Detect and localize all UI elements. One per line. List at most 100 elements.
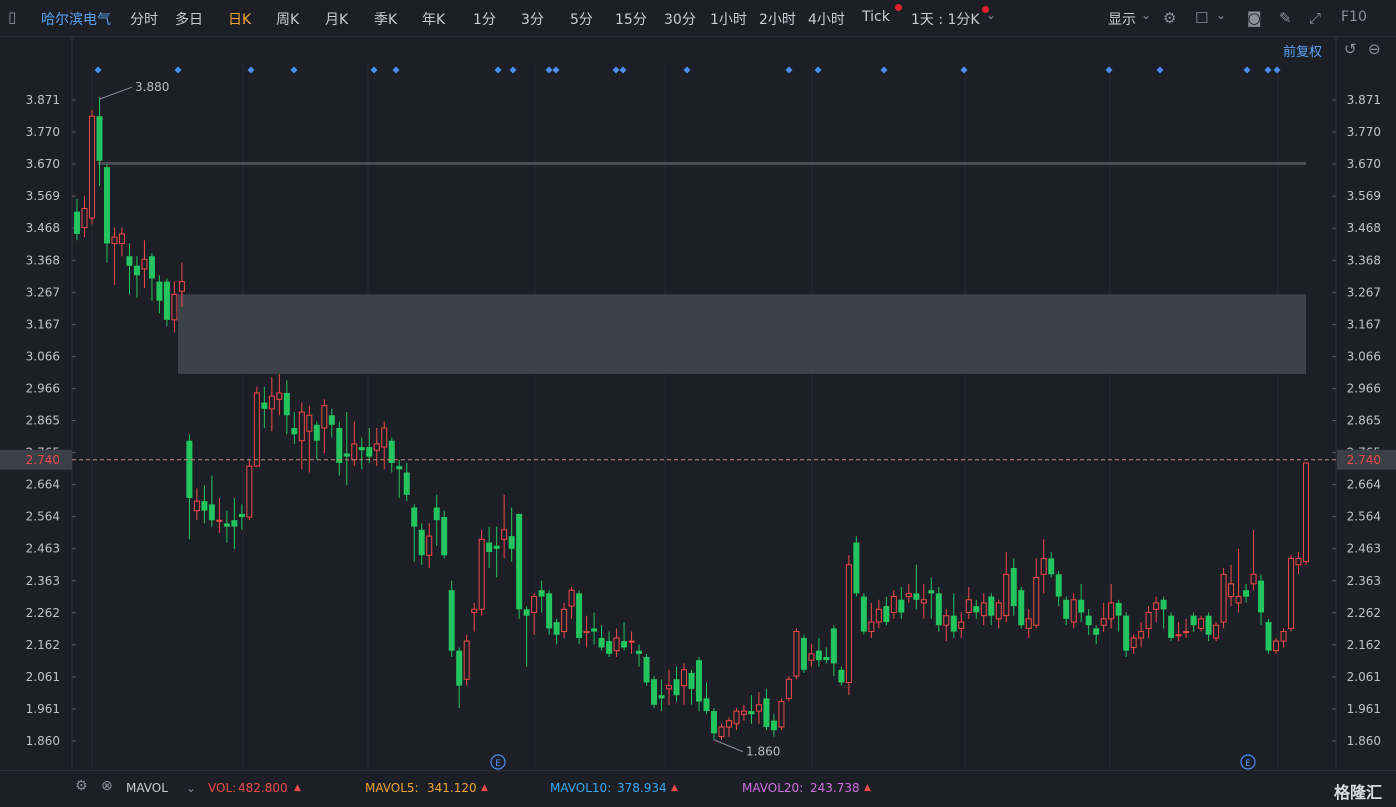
y-tick-label-left: 3.066	[26, 349, 60, 363]
top-marker-diamond	[370, 66, 378, 74]
top-marker-diamond	[509, 66, 517, 74]
candle-body-up	[980, 602, 987, 617]
y-tick-label-right: 2.664	[1347, 478, 1381, 492]
camera-icon[interactable]: ◙	[1247, 9, 1262, 27]
tab-period-8[interactable]: 3分	[521, 9, 544, 29]
tab-period-12[interactable]: 1小时	[710, 9, 747, 29]
tab-period-1[interactable]: 多日	[175, 9, 203, 29]
candle-body-down	[291, 427, 298, 435]
fullscreen-icon[interactable]: ⤢	[1309, 9, 1321, 27]
mavol10-up-arrow-icon: ▲	[671, 783, 678, 793]
tab-period-2[interactable]: 日K	[228, 9, 251, 29]
y-tick-label-right: 3.670	[1347, 157, 1381, 171]
candle-body-down	[313, 424, 320, 441]
y-tick-label-right: 2.564	[1347, 510, 1381, 524]
multi-period-select[interactable]: 1天 : 1分K	[911, 9, 980, 29]
y-tick-label-left: 3.871	[26, 93, 60, 107]
tab-period-0[interactable]: 分时	[130, 9, 158, 29]
candle-body-up	[1040, 557, 1047, 575]
indicator-settings-icon[interactable]: ⚙	[75, 778, 88, 794]
y-tick-label-right: 2.061	[1347, 670, 1381, 684]
y-tick-label-right: 3.468	[1347, 221, 1381, 235]
candle-body-up	[1288, 557, 1295, 629]
candle-body-down	[703, 698, 710, 712]
pen-draw-icon[interactable]: ✎	[1279, 9, 1292, 27]
y-tick-label-left: 2.061	[26, 670, 60, 684]
candle-body-down	[231, 520, 238, 527]
sidebar-toggle-icon[interactable]: ▯	[8, 8, 16, 26]
mavol20-up-arrow-icon: ▲	[864, 783, 871, 793]
candle-body-up	[740, 710, 747, 715]
tab-period-14[interactable]: 4小时	[808, 9, 845, 29]
checkbox-icon[interactable]: ☐	[1195, 9, 1208, 27]
candle-body-up	[298, 411, 305, 442]
candle-body-up	[381, 427, 388, 448]
display-menu[interactable]: 显示	[1108, 9, 1136, 29]
candle-body-down	[710, 711, 717, 734]
candle-body-down	[591, 628, 598, 632]
candle-body-down	[486, 542, 493, 553]
tab-period-10[interactable]: 15分	[615, 9, 647, 29]
candle-body-down	[74, 211, 80, 234]
chevron-down-icon[interactable]: ⌄	[986, 8, 996, 22]
candle-body-down	[651, 679, 658, 705]
candle-body-down	[823, 657, 830, 661]
top-marker-diamond	[619, 66, 627, 74]
chart-grid: 3.871 3.871 3.770 3.770 3.670 3.670 3.569 3.569…	[26, 36, 1381, 770]
candle-body-up	[905, 592, 912, 598]
candle-body-up	[920, 599, 927, 604]
candle-body-down	[1160, 599, 1167, 610]
vol-value: 482.800	[238, 781, 288, 795]
candle-body-up	[958, 621, 965, 629]
tab-period-3[interactable]: 周K	[276, 9, 299, 29]
candle-body-down	[1265, 622, 1272, 651]
candle-body-up	[88, 115, 95, 219]
settings-gear-icon[interactable]: ⚙	[1163, 9, 1176, 27]
y-tick-label-right: 3.167	[1347, 317, 1381, 331]
tab-period-5[interactable]: 季K	[374, 9, 397, 29]
stock-name[interactable]: 哈尔滨电气	[41, 9, 111, 29]
candlestick-chart[interactable]: 3.871 3.871 3.770 3.770 3.670 3.670 3.569 3.569…	[0, 36, 1396, 770]
y-tick-label-right: 1.860	[1347, 734, 1381, 748]
tab-period-6[interactable]: 年K	[422, 9, 445, 29]
tab-period-4[interactable]: 月K	[325, 9, 348, 29]
low-leader-line	[713, 739, 744, 753]
candle-body-down	[1063, 599, 1070, 619]
candle-body-down	[1093, 628, 1100, 635]
high-leader-line	[99, 86, 133, 100]
y-tick-label-left: 1.961	[26, 702, 60, 716]
candle-body-down	[403, 472, 410, 495]
y-tick-label-left: 3.670	[26, 157, 60, 171]
y-tick-label-left: 2.664	[26, 478, 60, 492]
display-chevron-icon[interactable]: ⌄	[1141, 8, 1151, 22]
tab-period-9[interactable]: 5分	[570, 9, 593, 29]
y-tick-label-left: 2.865	[26, 414, 60, 428]
candle-body-up	[666, 685, 673, 690]
candle-body-up	[561, 608, 568, 633]
indicator-chevron-icon[interactable]: ⌄	[186, 781, 196, 795]
candle-body-down	[396, 466, 403, 470]
candle-body-up	[1303, 462, 1309, 563]
candle-body-up	[628, 640, 635, 643]
tab-period-7[interactable]: 1分	[473, 9, 496, 29]
tab-period-15[interactable]: Tick	[862, 9, 890, 25]
tab-period-11[interactable]: 30分	[664, 9, 696, 29]
candle-body-up	[1100, 618, 1107, 626]
y-tick-label-right: 3.871	[1347, 93, 1381, 107]
indicator-close-icon[interactable]: ⊗	[101, 778, 113, 794]
candle-body-up	[681, 669, 688, 687]
indicator-name[interactable]: MAVOL	[126, 781, 168, 795]
candle-body-up	[216, 519, 223, 522]
tab-period-13[interactable]: 2小时	[759, 9, 796, 29]
y-tick-label-left: 2.966	[26, 381, 60, 395]
candle-body-down	[208, 504, 215, 521]
candle-body-up	[118, 233, 125, 244]
candle-body-up	[943, 615, 950, 626]
checkbox-chevron-icon[interactable]: ⌄	[1216, 8, 1226, 22]
candle-body-down	[411, 507, 418, 527]
candle-body-up	[995, 602, 1002, 620]
candle-body-up	[321, 405, 328, 429]
candle-series	[74, 97, 1309, 740]
candle-body-down	[898, 599, 905, 613]
f10-button[interactable]: F10	[1341, 9, 1367, 25]
